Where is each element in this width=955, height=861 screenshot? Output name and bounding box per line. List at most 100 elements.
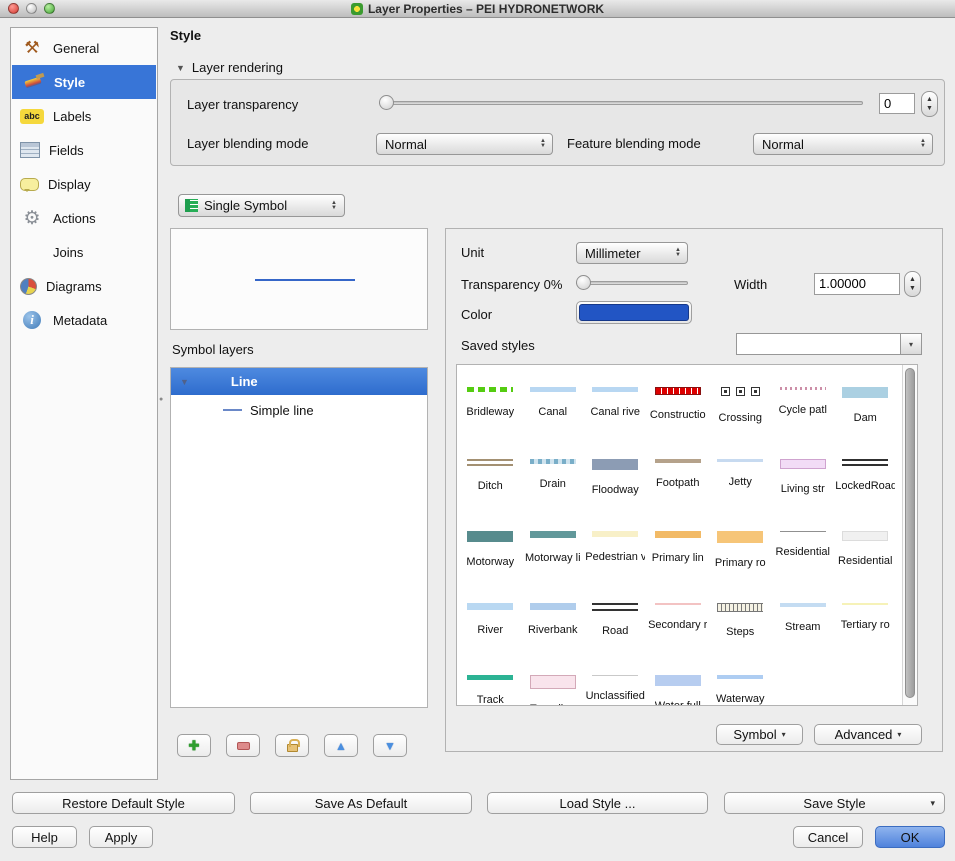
style-preset[interactable]: Residential <box>834 513 897 585</box>
style-preset[interactable]: Ditch <box>459 441 522 513</box>
saved-styles-combobox[interactable]: ▾ <box>736 333 922 355</box>
style-preset[interactable]: Steps <box>709 585 772 657</box>
style-preset[interactable]: Road <box>584 585 647 657</box>
save-style-button[interactable]: Save Style ▾ <box>724 792 945 814</box>
style-preset[interactable]: Secondary r <box>647 585 710 657</box>
symbol-layer-label: Simple line <box>250 403 314 418</box>
layer-rendering-toggle[interactable]: ▼ Layer rendering <box>176 60 283 75</box>
sidebar-item-display[interactable]: Display <box>11 167 157 201</box>
style-preset[interactable]: Residential <box>772 513 835 585</box>
sidebar-item-style[interactable]: Style <box>12 65 156 99</box>
expand-arrow-icon[interactable]: ▼ <box>180 377 189 387</box>
style-preset[interactable]: Canal <box>522 369 585 441</box>
style-preset[interactable]: Dam <box>834 369 897 441</box>
unit-select[interactable]: Millimeter ▲▼ <box>576 242 688 264</box>
stepper-down-icon[interactable]: ▼ <box>926 104 933 113</box>
style-preset[interactable]: Cycle patl <box>772 369 835 441</box>
width-input[interactable]: 1.00000 <box>814 273 900 295</box>
style-preset[interactable]: Crossing <box>709 369 772 441</box>
layer-blending-mode-select[interactable]: Normal ▲▼ <box>376 133 553 155</box>
restore-default-style-button[interactable]: Restore Default Style <box>12 792 235 814</box>
style-preset[interactable]: Tram line <box>522 657 585 706</box>
style-preset[interactable]: Canal rive <box>584 369 647 441</box>
preset-scrollbar[interactable] <box>902 365 917 705</box>
move-layer-up-button[interactable]: ▲ <box>324 734 358 757</box>
plus-icon: ✚ <box>189 738 200 754</box>
minimize-window-button[interactable] <box>26 3 37 14</box>
style-preset[interactable]: Constructio <box>647 369 710 441</box>
style-preset[interactable]: Pedestrian v <box>584 513 647 585</box>
title-bar[interactable]: Layer Properties – PEI HYDRONETWORK <box>0 0 955 18</box>
pane-resize-handle[interactable]: ● <box>159 396 167 406</box>
tools-icon: ⚒ <box>20 37 44 59</box>
up-arrow-icon: ▲ <box>335 739 347 753</box>
style-preset[interactable]: Motorway li <box>522 513 585 585</box>
symbol-layer-toolbar: ✚ ▲ ▼ <box>177 734 407 757</box>
style-preset[interactable]: Bridleway <box>459 369 522 441</box>
line-swatch <box>592 603 638 611</box>
style-preset[interactable]: Waterway <box>709 657 772 706</box>
line-swatch <box>780 531 826 532</box>
style-preset[interactable]: Unclassified <box>584 657 647 706</box>
load-style-button[interactable]: Load Style ... <box>487 792 708 814</box>
zoom-window-button[interactable] <box>44 3 55 14</box>
sidebar-item-diagrams[interactable]: Diagrams <box>11 269 157 303</box>
style-preset[interactable]: Primary lin <box>647 513 710 585</box>
updown-arrows-icon: ▲▼ <box>675 248 683 258</box>
symbol-layer-row[interactable]: Simple line <box>171 395 427 425</box>
style-preset[interactable]: Drain <box>522 441 585 513</box>
slider-thumb[interactable] <box>379 95 394 110</box>
sidebar-item-metadata[interactable]: i Metadata <box>11 303 157 337</box>
stepper-up-icon[interactable]: ▲ <box>909 275 916 284</box>
saved-styles-label: Saved styles <box>461 338 535 353</box>
color-picker-button[interactable] <box>576 301 692 324</box>
stepper-up-icon[interactable]: ▲ <box>926 95 933 104</box>
collapse-arrow-icon: ▼ <box>176 63 185 73</box>
cancel-button[interactable]: Cancel <box>793 826 863 848</box>
symbol-layer-group-row[interactable]: ▼ Line <box>171 368 427 395</box>
width-stepper[interactable]: ▲ ▼ <box>904 271 921 297</box>
layer-transparency-input[interactable]: 0 <box>879 93 915 114</box>
close-window-button[interactable] <box>8 3 19 14</box>
layer-transparency-stepper[interactable]: ▲ ▼ <box>921 91 938 117</box>
renderer-type-select[interactable]: Single Symbol ▲▼ <box>178 194 345 217</box>
style-preset[interactable]: Floodway <box>584 441 647 513</box>
symbol-transparency-slider[interactable] <box>576 274 688 292</box>
move-layer-down-button[interactable]: ▼ <box>373 734 407 757</box>
style-preset[interactable]: Water full <box>647 657 710 706</box>
advanced-menu-button[interactable]: Advanced ▾ <box>814 724 922 745</box>
style-preset[interactable]: Motorway <box>459 513 522 585</box>
style-preset[interactable]: Living str <box>772 441 835 513</box>
slider-thumb[interactable] <box>576 275 591 290</box>
dropdown-arrow-icon[interactable]: ▾ <box>900 334 921 354</box>
style-preset[interactable]: Track <box>459 657 522 706</box>
stepper-down-icon[interactable]: ▼ <box>909 284 916 293</box>
scrollbar-thumb[interactable] <box>905 368 915 698</box>
remove-symbol-layer-button[interactable] <box>226 734 260 757</box>
style-preset[interactable]: Primary ro <box>709 513 772 585</box>
symbol-menu-button[interactable]: Symbol ▾ <box>716 724 803 745</box>
style-preset[interactable]: Stream <box>772 585 835 657</box>
sidebar-item-fields[interactable]: Fields <box>11 133 157 167</box>
save-as-default-button[interactable]: Save As Default <box>250 792 472 814</box>
style-preset[interactable]: Footpath <box>647 441 710 513</box>
style-preset[interactable]: LockedRoad <box>834 441 897 513</box>
style-preset[interactable]: Riverbank <box>522 585 585 657</box>
style-preset[interactable]: River <box>459 585 522 657</box>
crossing-box-icon <box>751 387 760 396</box>
sidebar-item-general[interactable]: ⚒ General <box>11 31 157 65</box>
sidebar-item-joins[interactable]: Joins <box>11 235 157 269</box>
layer-properties-dialog: Layer Properties – PEI HYDRONETWORK ⚒ Ge… <box>0 0 955 861</box>
style-preset[interactable]: Tertiary ro <box>834 585 897 657</box>
sidebar-item-actions[interactable]: ⚙ Actions <box>11 201 157 235</box>
apply-button[interactable]: Apply <box>89 826 153 848</box>
gear-icon: ⚙ <box>20 207 44 229</box>
lock-symbol-layer-button[interactable] <box>275 734 309 757</box>
sidebar-item-labels[interactable]: abc Labels <box>11 99 157 133</box>
ok-button[interactable]: OK <box>875 826 945 848</box>
feature-blending-mode-select[interactable]: Normal ▲▼ <box>753 133 933 155</box>
style-preset[interactable]: Jetty <box>709 441 772 513</box>
help-button[interactable]: Help <box>12 826 77 848</box>
layer-transparency-slider[interactable] <box>379 94 863 112</box>
add-symbol-layer-button[interactable]: ✚ <box>177 734 211 757</box>
